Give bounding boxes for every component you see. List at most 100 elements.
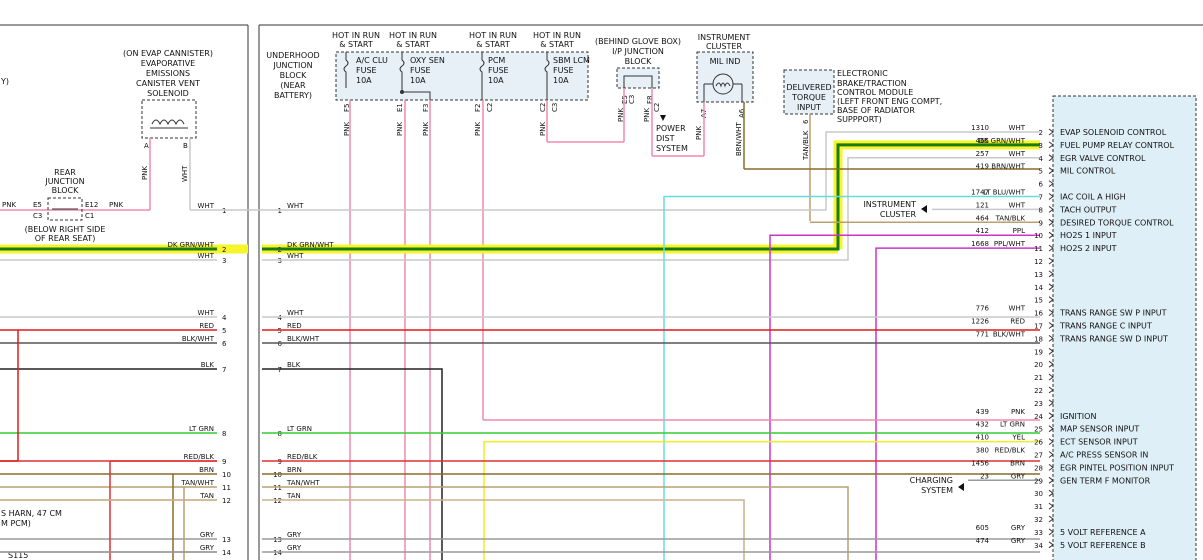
svg-text:& START: & START bbox=[396, 40, 430, 49]
left-wire-pin: 2 bbox=[222, 246, 226, 254]
pcm-pin-function: ECT SENSOR INPUT bbox=[1060, 438, 1138, 447]
left-wire-label: WHT bbox=[198, 202, 215, 210]
left-wire-pin: 11 bbox=[222, 484, 231, 492]
mid-wire-pin: 14 bbox=[273, 549, 282, 557]
mid-wire-label: GRY bbox=[287, 531, 302, 539]
pcm-pin-chevron-icon bbox=[1048, 476, 1054, 484]
pcm-circuit-number: 412 bbox=[976, 227, 989, 235]
mid-wire-label: WHT bbox=[287, 252, 304, 260]
mid-wire-pin: 6 bbox=[278, 340, 283, 348]
pcm-circuit-number: 419 bbox=[976, 163, 989, 171]
mid-wire-label: WHT bbox=[287, 309, 304, 317]
pcm-pin-number: 32 bbox=[1034, 516, 1043, 524]
fuse-wire: PNK bbox=[422, 122, 430, 136]
pcm-pin-chevron-icon bbox=[1048, 167, 1054, 175]
pcm-pin-chevron-icon bbox=[1048, 438, 1054, 445]
pcm-pin-number: 14 bbox=[1034, 284, 1043, 292]
fuse-pin: E1 bbox=[396, 103, 404, 112]
pcm-pin-function: EGR PINTEL POSITION INPUT bbox=[1060, 463, 1174, 472]
svg-text:(ON EVAP CANNISTER): (ON EVAP CANNISTER) bbox=[123, 49, 213, 58]
solenoid-coil-icon bbox=[151, 119, 185, 126]
pcm-pin-number: 7 bbox=[1039, 194, 1043, 202]
left-wire-pin: 10 bbox=[222, 471, 231, 479]
svg-text:M PCM): M PCM) bbox=[1, 519, 31, 528]
svg-text:FUSE: FUSE bbox=[488, 66, 509, 75]
pcm-wire-color: LT BLU/WHT bbox=[983, 189, 1025, 197]
svg-text:PNK: PNK bbox=[643, 108, 651, 122]
svg-text:OF REAR SEAT): OF REAR SEAT) bbox=[35, 234, 96, 243]
left-wire-label: TAN/WHT bbox=[180, 479, 214, 487]
svg-text:A/C CLU: A/C CLU bbox=[356, 56, 388, 65]
canister-vent-solenoid-box bbox=[141, 99, 197, 139]
mid-wire-label: TAN/WHT bbox=[286, 479, 320, 487]
wire-tan bbox=[262, 499, 745, 560]
svg-text:& START: & START bbox=[540, 40, 574, 49]
left-wire-pin: 1 bbox=[222, 207, 226, 215]
mid-wire-pin: 1 bbox=[278, 207, 282, 215]
pcm-pin-number: 22 bbox=[1034, 387, 1043, 395]
left-wires: WHT 1 DK GRN/WHT 2 WHT 3 WHT 4 RED 5 BLK/WHT 6 BLK 7 L… bbox=[0, 202, 248, 560]
vent-pin-b: B bbox=[183, 142, 188, 150]
pcm-pin-number: 13 bbox=[1034, 271, 1043, 279]
pcm-wire-color: RED/BLK bbox=[995, 447, 1026, 455]
fuse-wire: PNK bbox=[539, 122, 547, 136]
pcm-circuit-number: 1310 bbox=[971, 124, 989, 132]
power-dist-label: POWER DIST SYSTEM bbox=[656, 124, 688, 153]
svg-text:SYSTEM: SYSTEM bbox=[921, 486, 953, 495]
left-wire-label: BRN bbox=[199, 466, 214, 474]
wiring-diagram: Y) (ON EVAP CANNISTER) EVAPORATIVE EMISS… bbox=[0, 24, 1203, 560]
wire-ho2s-1 bbox=[769, 234, 1040, 560]
pcm-pin-chevron-icon bbox=[1048, 515, 1054, 523]
pcm-pin-function: GEN TERM F MONITOR bbox=[1060, 476, 1151, 485]
left-wire-label: GRY bbox=[200, 531, 215, 539]
pcm-wire-color: WHT bbox=[1009, 150, 1026, 158]
pcm-pin-chevron-icon bbox=[1048, 257, 1054, 265]
mil-ind-label: MIL IND bbox=[710, 57, 741, 66]
pcm-pin-chevron-icon bbox=[1048, 206, 1054, 213]
svg-text:HOT IN RUN: HOT IN RUN bbox=[332, 31, 380, 40]
pcm-pin-number: 33 bbox=[1034, 529, 1043, 537]
svg-text:10A: 10A bbox=[410, 76, 426, 85]
pcm-wire-color: TAN/BLK bbox=[995, 214, 1026, 222]
svg-text:UNDERHOOD: UNDERHOOD bbox=[266, 51, 319, 60]
pcm-pin-number: 16 bbox=[1034, 310, 1043, 318]
mid-wire-pin: 10 bbox=[273, 471, 282, 479]
svg-text:ELECTRONIC: ELECTRONIC bbox=[837, 69, 888, 78]
svg-text:10A: 10A bbox=[488, 76, 504, 85]
left-wire-pin: 4 bbox=[222, 314, 227, 322]
mid-wire-pin: 13 bbox=[273, 536, 282, 544]
pcm-pin-function: MIL CONTROL bbox=[1060, 167, 1116, 176]
pcm-pin-function: IAC COIL A HIGH bbox=[1060, 193, 1126, 202]
pcm-pin-function: TRANS RANGE SW P INPUT bbox=[1059, 309, 1167, 318]
fuse-pin: F2 bbox=[474, 104, 482, 112]
pcm-pin-chevron-icon bbox=[1048, 451, 1054, 458]
left-wire-label: WHT bbox=[198, 309, 215, 317]
pcm-circuit-number: 121 bbox=[976, 201, 989, 209]
mid-wire-label: WHT bbox=[287, 202, 304, 210]
left-wire-pin: 3 bbox=[222, 257, 226, 265]
svg-text:SBM LCM: SBM LCM bbox=[553, 56, 590, 65]
pcm-circuit-number: 1226 bbox=[971, 318, 989, 326]
pcm-wire-color: PNK bbox=[1011, 408, 1025, 416]
svg-text:BATTERY): BATTERY) bbox=[274, 91, 312, 100]
svg-text:OXY SEN: OXY SEN bbox=[410, 56, 445, 65]
svg-text:(NEAR: (NEAR bbox=[280, 81, 306, 90]
rear-junction-block-label: REAR JUNCTION BLOCK bbox=[44, 168, 84, 195]
mid-wire-pin: 7 bbox=[278, 366, 282, 374]
pcm-wire-color: WHT bbox=[1009, 124, 1026, 132]
pcm-pin-number: 24 bbox=[1034, 413, 1043, 421]
svg-text:SUPPPORT): SUPPPORT) bbox=[837, 115, 882, 124]
pcm-circuit-number: 771 bbox=[976, 330, 989, 338]
mid-wire-pin: 12 bbox=[273, 497, 282, 505]
pcm-pin-chevron-icon bbox=[1048, 270, 1054, 278]
pcm-pin-number: 25 bbox=[1034, 426, 1043, 434]
pcm-circuit-number: 776 bbox=[976, 305, 990, 313]
pcm-wire-color: WHT bbox=[1009, 305, 1026, 313]
pcm-pin-chevron-icon bbox=[1048, 425, 1054, 433]
pcm-pin-chevron-icon bbox=[1048, 180, 1054, 187]
svg-text:PNK: PNK bbox=[695, 126, 703, 140]
pcm-pin-number: 11 bbox=[1034, 245, 1043, 253]
pcm-pin-function: EVAP SOLENOID CONTROL bbox=[1060, 128, 1167, 137]
svg-text:TAN/BLK: TAN/BLK bbox=[802, 130, 810, 161]
pcm-circuit-number: 474 bbox=[976, 537, 990, 545]
